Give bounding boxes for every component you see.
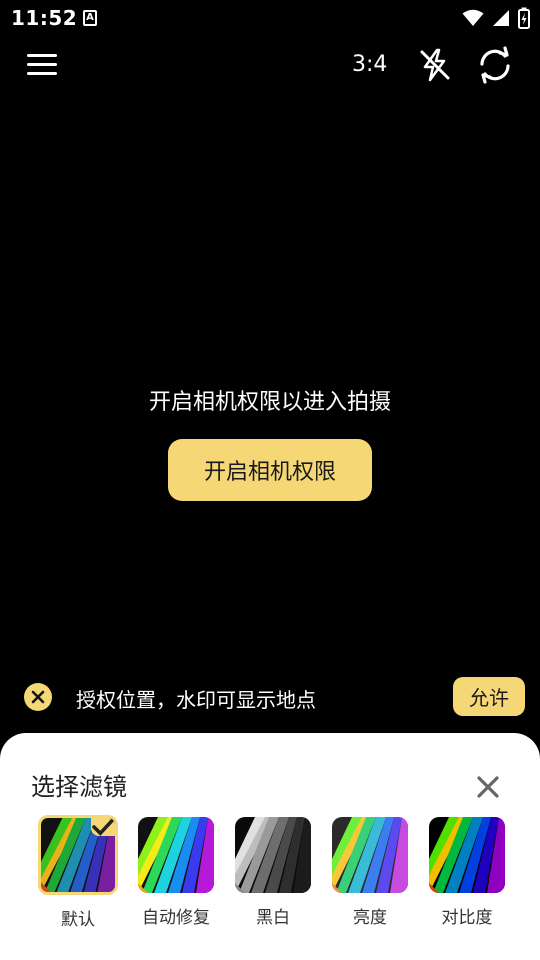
status-bar: 11:52 A xyxy=(0,0,540,36)
filter-thumbnail xyxy=(38,815,118,895)
filter-item-black-white[interactable]: 黑白 xyxy=(231,815,315,928)
allow-location-button[interactable]: 允许 xyxy=(453,677,525,716)
wifi-icon xyxy=(462,9,484,26)
camera-permission-message: 开启相机权限以进入拍摄 xyxy=(148,390,391,415)
dismiss-location-icon[interactable] xyxy=(24,683,52,711)
filter-item-contrast[interactable]: 对比度 xyxy=(425,815,509,928)
aspect-ratio-toggle[interactable]: 3:4 xyxy=(352,52,387,77)
filter-item-brightness[interactable]: 亮度 xyxy=(328,815,412,928)
cellular-signal-icon xyxy=(493,10,509,26)
flash-off-icon[interactable] xyxy=(416,46,454,84)
filter-thumbnail xyxy=(332,817,408,893)
filter-sheet: 选择滤镜 默认 自动修复 黑白 亮度 对比度 xyxy=(0,733,540,960)
close-icon[interactable] xyxy=(474,773,502,801)
filter-item-default[interactable]: 默认 xyxy=(36,815,120,930)
status-icons xyxy=(462,7,530,29)
filter-thumbnail xyxy=(138,817,214,893)
location-prompt-message: 授权位置，水印可显示地点 xyxy=(76,688,316,712)
filter-label: 黑白 xyxy=(256,908,290,928)
status-time: 11:52 xyxy=(11,6,78,30)
filter-label: 对比度 xyxy=(441,908,493,928)
menu-icon[interactable] xyxy=(24,50,60,80)
filter-thumbnail xyxy=(235,817,311,893)
filter-label: 亮度 xyxy=(353,908,387,928)
filter-sheet-title: 选择滤镜 xyxy=(31,773,127,801)
filter-item-auto-fix[interactable]: 自动修复 xyxy=(134,815,218,928)
filter-thumbnail xyxy=(429,817,505,893)
enable-camera-permission-button[interactable]: 开启相机权限 xyxy=(168,439,372,501)
battery-icon xyxy=(518,7,530,29)
filter-label: 自动修复 xyxy=(142,908,210,928)
filter-label: 默认 xyxy=(61,910,95,930)
switch-camera-icon[interactable] xyxy=(474,44,516,86)
selected-check-icon xyxy=(91,818,115,836)
notification-icon: A xyxy=(83,10,97,26)
